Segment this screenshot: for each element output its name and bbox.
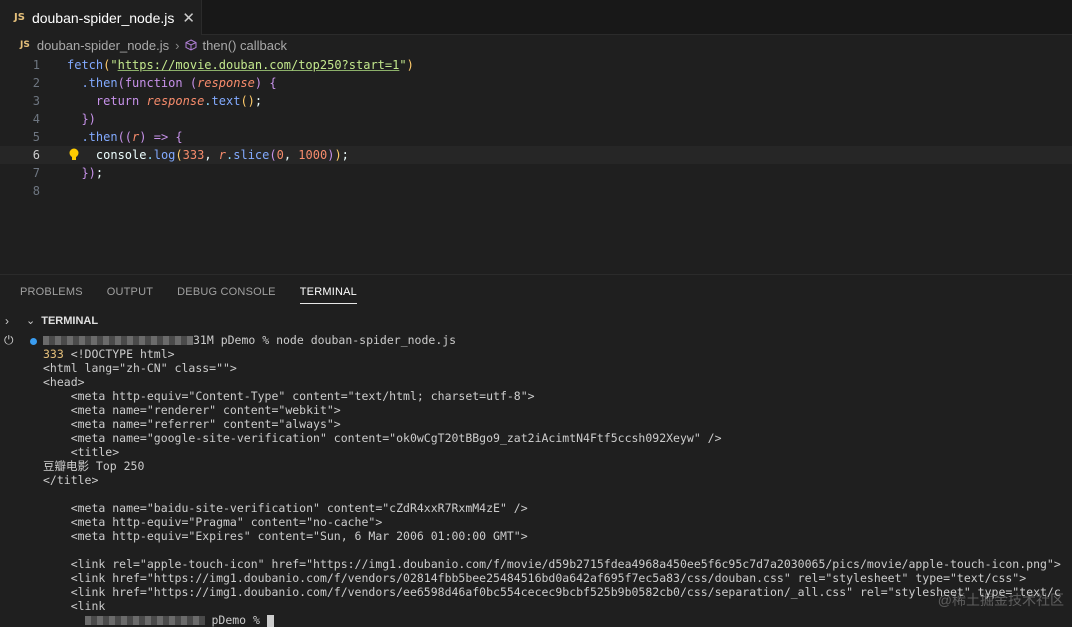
terminal-prompt: 31M pDemo % node douban-spider_node.js bbox=[193, 333, 457, 347]
tab-output[interactable]: OUTPUT bbox=[107, 286, 153, 304]
code-line: 7 }); bbox=[0, 164, 1072, 182]
code-line: 2 .then(function (response) { bbox=[0, 74, 1072, 92]
code-line: 4 }) bbox=[0, 110, 1072, 128]
redacted-path bbox=[84, 616, 205, 625]
line-number: 5 bbox=[32, 130, 40, 144]
command-status-icon[interactable] bbox=[30, 338, 37, 345]
terminal-line: <meta http-equiv="Expires" content="Sun,… bbox=[43, 529, 528, 543]
chevron-right-icon[interactable]: › bbox=[5, 314, 9, 328]
terminal-line: <meta name="referrer" content="always"> bbox=[43, 417, 341, 431]
tab-terminal[interactable]: TERMINAL bbox=[299, 286, 357, 304]
code-text: console.log(333, r.slice(0, 1000)); bbox=[95, 148, 349, 162]
terminal-section-title: TERMINAL bbox=[41, 314, 99, 327]
line-number: 2 bbox=[32, 76, 40, 90]
log-prefix: 333 bbox=[43, 347, 71, 361]
terminal-line: <meta name="renderer" content="webkit"> bbox=[43, 403, 341, 417]
plug-icon[interactable]: ⏻ bbox=[4, 333, 14, 348]
chevron-down-icon: ⌄ bbox=[26, 315, 36, 327]
file-tab[interactable]: JS douban-spider_node.js ✕ bbox=[0, 0, 202, 35]
terminal-line: 豆瓣电影 Top 250 bbox=[43, 459, 145, 473]
terminal-line: <link href="https://img1.doubanio.com/f/… bbox=[43, 571, 1027, 585]
terminal-line: <meta http-equiv="Content-Type" content=… bbox=[43, 389, 535, 403]
terminal-line: </title> bbox=[43, 473, 99, 487]
terminal-output[interactable]: 31M pDemo % node douban-spider_node.js 3… bbox=[43, 333, 1061, 627]
breadcrumb: JS douban-spider_node.js › then() callba… bbox=[20, 36, 287, 54]
redacted-path bbox=[43, 336, 193, 345]
code-editor[interactable]: 1 fetch("https://movie.douban.com/top250… bbox=[0, 56, 1072, 272]
terminal-line: <link rel="apple-touch-icon" href="https… bbox=[43, 557, 1061, 571]
code-line: 8 bbox=[0, 182, 1072, 200]
bottom-panel: PROBLEMS OUTPUT DEBUG CONSOLE TERMINAL ›… bbox=[0, 274, 1072, 627]
code-text: }) bbox=[81, 112, 96, 126]
terminal-section-header[interactable]: ⌄ TERMINAL bbox=[26, 314, 99, 328]
symbol-method-icon bbox=[185, 39, 197, 51]
breadcrumb-symbol[interactable]: then() callback bbox=[202, 38, 287, 53]
line-number: 3 bbox=[32, 94, 40, 108]
line-number: 1 bbox=[32, 58, 40, 72]
line-number: 4 bbox=[32, 112, 40, 126]
terminal-line: <title> bbox=[43, 445, 120, 459]
terminal-line: <html lang="zh-CN" class=""> bbox=[43, 361, 237, 375]
code-text: return response.text(); bbox=[95, 94, 263, 108]
close-tab-icon[interactable]: ✕ bbox=[182, 9, 195, 27]
terminal-line: <!DOCTYPE html> bbox=[70, 347, 175, 361]
code-text: .then((r) => { bbox=[81, 130, 183, 144]
terminal-cursor bbox=[266, 614, 274, 627]
code-text: fetch("https://movie.douban.com/top250?s… bbox=[67, 58, 414, 72]
tab-debug-console[interactable]: DEBUG CONSOLE bbox=[177, 286, 276, 304]
chevron-right-icon: › bbox=[175, 37, 180, 53]
code-line-active: 6 console.log(333, r.slice(0, 1000)); bbox=[0, 146, 1072, 164]
code-line: 5 .then((r) => { bbox=[0, 128, 1072, 146]
terminal-line: <meta name="google-site-verification" co… bbox=[43, 431, 722, 445]
javascript-file-icon: JS bbox=[14, 12, 25, 23]
tab-filename: douban-spider_node.js bbox=[31, 9, 175, 26]
watermark: @稀土掘金技术社区 bbox=[937, 592, 1064, 608]
terminal-line: <meta http-equiv="Pragma" content="no-ca… bbox=[43, 515, 383, 529]
line-number: 6 bbox=[32, 148, 40, 162]
line-number: 7 bbox=[32, 166, 40, 180]
terminal-line: <meta name="baidu-site-verification" con… bbox=[43, 501, 528, 515]
line-number: 8 bbox=[32, 184, 40, 198]
code-line: 3 return response.text(); bbox=[0, 92, 1072, 110]
breadcrumb-file[interactable]: douban-spider_node.js bbox=[37, 38, 169, 53]
code-text: .then(function (response) { bbox=[81, 76, 277, 90]
code-line: 1 fetch("https://movie.douban.com/top250… bbox=[0, 56, 1072, 74]
code-text: }); bbox=[81, 166, 104, 180]
javascript-file-icon: JS bbox=[20, 40, 30, 50]
tab-problems[interactable]: PROBLEMS bbox=[20, 286, 83, 304]
terminal-line: <head> bbox=[43, 375, 85, 389]
editor-tab-bar: JS douban-spider_node.js ✕ bbox=[0, 0, 1072, 35]
terminal-line: <link href="https://img1.doubanio.com/f/… bbox=[43, 585, 1061, 599]
terminal-line: <link bbox=[43, 599, 106, 613]
panel-tabs: PROBLEMS OUTPUT DEBUG CONSOLE TERMINAL bbox=[20, 286, 381, 304]
